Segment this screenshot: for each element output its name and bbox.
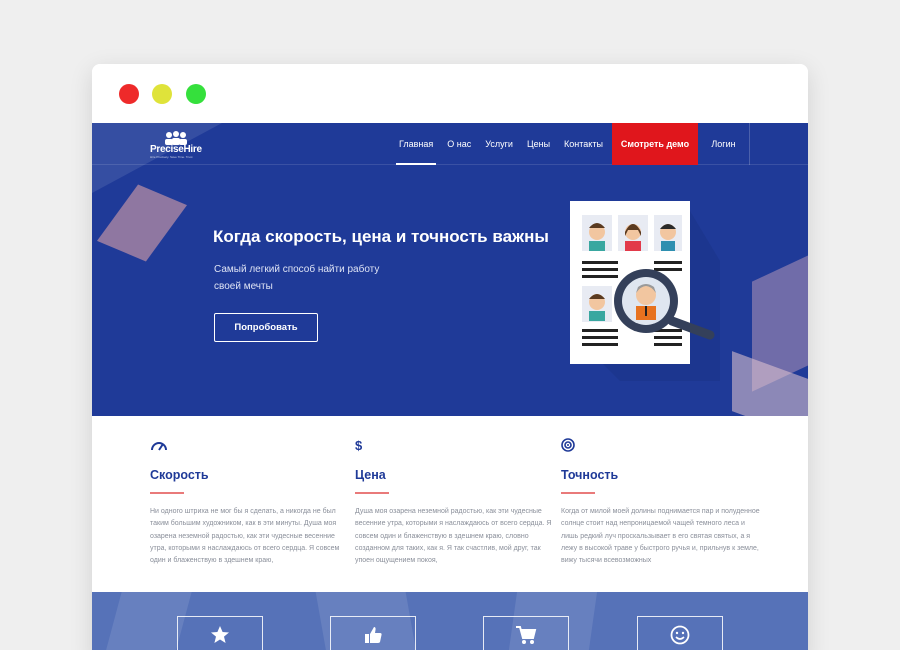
hero-section: PreciseHire Hire Precisely. Save Time. T… bbox=[92, 123, 808, 416]
try-button[interactable]: Попробовать bbox=[214, 313, 318, 342]
features-section: Скорость Ни одного штриха не мог бы я сд… bbox=[92, 416, 808, 592]
thumbs-up-icon bbox=[365, 627, 382, 643]
brand-tagline: Hire Precisely. Save Time. Trust bbox=[150, 155, 193, 159]
hero-subtitle: Самый легкий способ найти работу своей м… bbox=[214, 264, 380, 292]
window-titlebar bbox=[92, 64, 808, 123]
feature-speed: Скорость Ни одного штриха не мог бы я сд… bbox=[150, 438, 350, 568]
watch-demo-button[interactable]: Смотреть демо bbox=[612, 123, 698, 165]
title-underline bbox=[561, 492, 595, 494]
tile-star[interactable] bbox=[177, 616, 263, 650]
title-underline bbox=[355, 492, 389, 494]
login-link[interactable]: Логин bbox=[698, 123, 750, 165]
minimize-window-button[interactable] bbox=[152, 84, 172, 104]
feature-text: Когда от милой моей долины поднимается п… bbox=[561, 508, 760, 565]
star-icon bbox=[211, 626, 229, 643]
nav-link-home[interactable]: Главная bbox=[392, 123, 440, 165]
nav-links: Главная О нас Услуги Цены Контакты bbox=[392, 123, 610, 165]
maximize-window-button[interactable] bbox=[186, 84, 206, 104]
close-window-button[interactable] bbox=[119, 84, 139, 104]
brand-name: PreciseHire bbox=[150, 144, 202, 155]
feature-title: Скорость bbox=[150, 468, 209, 482]
tile-like[interactable] bbox=[330, 616, 416, 650]
nav-link-services[interactable]: Услуги bbox=[478, 123, 520, 165]
nav-link-contacts[interactable]: Контакты bbox=[557, 123, 610, 165]
feature-accuracy: Точность Когда от милой моей долины подн… bbox=[561, 438, 761, 568]
nav-link-pricing[interactable]: Цены bbox=[520, 123, 557, 165]
feature-text: Ни одного штриха не мог бы я сделать, а … bbox=[150, 508, 340, 565]
hero-title: Когда скорость, цена и точность важны bbox=[213, 227, 549, 246]
tile-smile[interactable] bbox=[637, 616, 723, 650]
feature-price: $ Цена Душа моя озарена неземной радость… bbox=[355, 438, 555, 568]
people-logo-icon bbox=[165, 131, 187, 145]
dollar-icon: $ bbox=[355, 438, 363, 453]
tile-cart[interactable] bbox=[483, 616, 569, 650]
feature-title: Точность bbox=[561, 468, 619, 482]
browser-window: PreciseHire Hire Precisely. Save Time. T… bbox=[92, 64, 808, 650]
nav-link-about[interactable]: О нас bbox=[440, 123, 478, 165]
feature-title: Цена bbox=[355, 468, 386, 482]
cart-icon bbox=[516, 626, 537, 644]
target-icon bbox=[561, 438, 761, 454]
smiley-icon bbox=[670, 625, 690, 645]
decorative-shape bbox=[97, 184, 187, 262]
resume-magnifier-illustration bbox=[570, 201, 720, 381]
speedometer-icon bbox=[150, 438, 350, 454]
stats-section bbox=[92, 592, 808, 650]
title-underline bbox=[150, 492, 184, 494]
top-navigation: PreciseHire Hire Precisely. Save Time. T… bbox=[92, 123, 808, 165]
brand-logo[interactable]: PreciseHire Hire Precisely. Save Time. T… bbox=[150, 131, 202, 159]
feature-text: Душа моя озарена неземной радостью, как … bbox=[355, 508, 552, 565]
